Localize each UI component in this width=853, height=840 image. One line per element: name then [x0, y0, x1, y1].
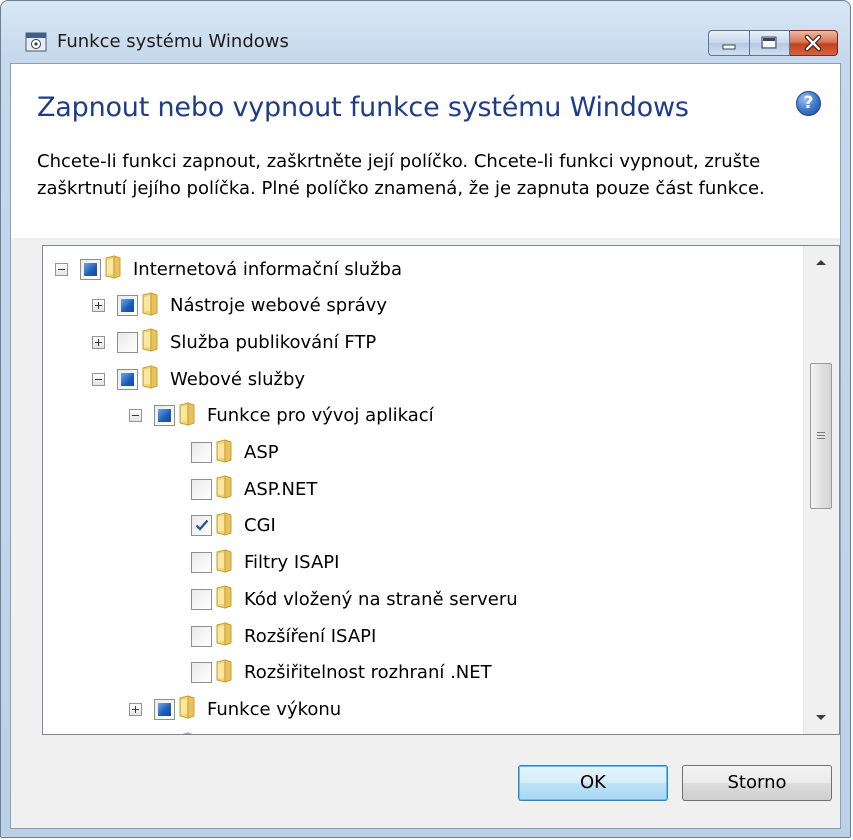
folder-icon [216, 585, 232, 613]
tree-item[interactable]: Internetová informační služba [55, 251, 402, 287]
folder-icon [216, 475, 232, 503]
ok-button[interactable]: OK [518, 765, 668, 801]
tree-item-label: Služba publikování FTP [170, 331, 377, 353]
page-heading: Zapnout nebo vypnout funkce systému Wind… [37, 92, 689, 123]
feature-checkbox[interactable] [154, 405, 175, 427]
tree-item[interactable]: Společné funkce protokolu HTTP [129, 728, 498, 734]
help-icon[interactable]: ? [796, 91, 821, 116]
title-bar[interactable]: Funkce systému Windows [1, 1, 850, 63]
folder-icon [142, 291, 158, 320]
expand-plus-icon[interactable] [92, 335, 105, 349]
tree-item[interactable]: ASP.NET [166, 471, 317, 507]
feature-checkbox[interactable] [117, 331, 138, 353]
cancel-button[interactable]: Storno [682, 765, 832, 801]
caption-buttons [708, 30, 838, 56]
collapse-minus-icon[interactable] [92, 372, 105, 386]
feature-checkbox[interactable] [117, 295, 138, 317]
tree-item[interactable]: Webové služby [92, 361, 305, 397]
windows-features-dialog: Funkce systému Windows Zapnout nebo vypn… [0, 0, 851, 838]
close-icon [804, 34, 822, 52]
windows-features-icon [25, 32, 47, 52]
tree-item-label: Internetová informační služba [133, 258, 403, 280]
folder-icon [216, 622, 232, 650]
folder-icon [216, 512, 232, 540]
window-title: Funkce systému Windows [57, 31, 289, 52]
collapse-minus-icon[interactable] [55, 262, 68, 276]
maximize-icon [761, 36, 777, 49]
collapse-minus-icon[interactable] [129, 409, 142, 423]
scroll-up-arrow-icon[interactable] [804, 246, 839, 278]
tree-item-label: Nástroje webové správy [170, 295, 387, 317]
feature-checkbox[interactable] [80, 258, 101, 280]
scroll-thumb[interactable] [810, 363, 832, 509]
tree-item[interactable]: Kód vložený na straně serveru [166, 581, 518, 617]
close-button[interactable] [790, 30, 838, 56]
header-panel: Zapnout nebo vypnout funkce systému Wind… [11, 64, 840, 134]
folder-icon [142, 328, 158, 356]
tree-item[interactable]: Filtry ISAPI [166, 545, 339, 581]
tree-item[interactable]: Funkce výkonu [129, 691, 341, 727]
tree-item[interactable]: Funkce pro vývoj aplikací [129, 398, 434, 434]
tree-item-label: Filtry ISAPI [244, 552, 340, 574]
feature-checkbox[interactable] [191, 552, 212, 574]
feature-checkbox[interactable] [191, 662, 212, 684]
tree-item-label: Webové služby [170, 368, 306, 390]
tree-item-label: ASP [244, 442, 279, 463]
grip-line [817, 438, 825, 439]
features-tree[interactable]: Internetová informační služba Nástroje we… [42, 245, 840, 735]
maximize-button[interactable] [750, 30, 790, 56]
grip-line [817, 435, 825, 436]
folder-icon [179, 402, 195, 430]
folder-icon [179, 695, 195, 723]
tree-item[interactable]: ASP [166, 435, 279, 471]
expand-plus-icon[interactable] [129, 702, 142, 716]
tree-item-label: Rozšiřitelnost rozhraní .NET [244, 662, 492, 684]
expand-plus-icon[interactable] [92, 299, 105, 313]
tree-item-label: Kód vložený na straně serveru [244, 588, 518, 610]
feature-checkbox[interactable] [154, 698, 175, 720]
grip-line [817, 432, 825, 433]
scroll-down-arrow-icon[interactable] [804, 702, 839, 734]
feature-checkbox[interactable] [191, 515, 212, 537]
tree-item-label: Funkce pro vývoj aplikací [207, 405, 434, 427]
tree-item[interactable]: Rozšíření ISAPI [166, 618, 376, 654]
folder-icon [179, 732, 195, 734]
tree-item-label: ASP.NET [244, 478, 318, 500]
tree-viewport: Internetová informační služba Nástroje we… [43, 246, 803, 734]
folder-icon [142, 365, 158, 393]
tree-item-label: Funkce výkonu [207, 698, 342, 720]
help-glyph: ? [803, 93, 814, 113]
feature-checkbox[interactable] [117, 368, 138, 390]
vertical-scrollbar[interactable] [803, 246, 839, 734]
feature-checkbox[interactable] [191, 442, 212, 463]
tree-item[interactable]: CGI [166, 508, 276, 544]
feature-checkbox[interactable] [191, 478, 212, 500]
minimize-button[interactable] [708, 30, 750, 56]
tree-item-label: CGI [244, 515, 276, 537]
feature-checkbox[interactable] [191, 588, 212, 610]
tree-item[interactable]: Rozšiřitelnost rozhraní .NET [166, 655, 492, 691]
folder-icon [105, 255, 121, 283]
dialog-client-area: Zapnout nebo vypnout funkce systému Wind… [10, 63, 841, 829]
tree-item[interactable]: Nástroje webové správy [92, 288, 387, 324]
minimize-icon [722, 44, 736, 50]
feature-checkbox[interactable] [191, 625, 212, 647]
instructions-text: Chcete-li funkci zapnout, zaškrtněte jej… [37, 151, 765, 199]
tree-item[interactable]: Služba publikování FTP [92, 324, 376, 360]
folder-icon [216, 548, 232, 577]
folder-icon [216, 658, 232, 687]
folder-icon [216, 438, 232, 467]
tree-item-label: Rozšíření ISAPI [244, 625, 377, 647]
